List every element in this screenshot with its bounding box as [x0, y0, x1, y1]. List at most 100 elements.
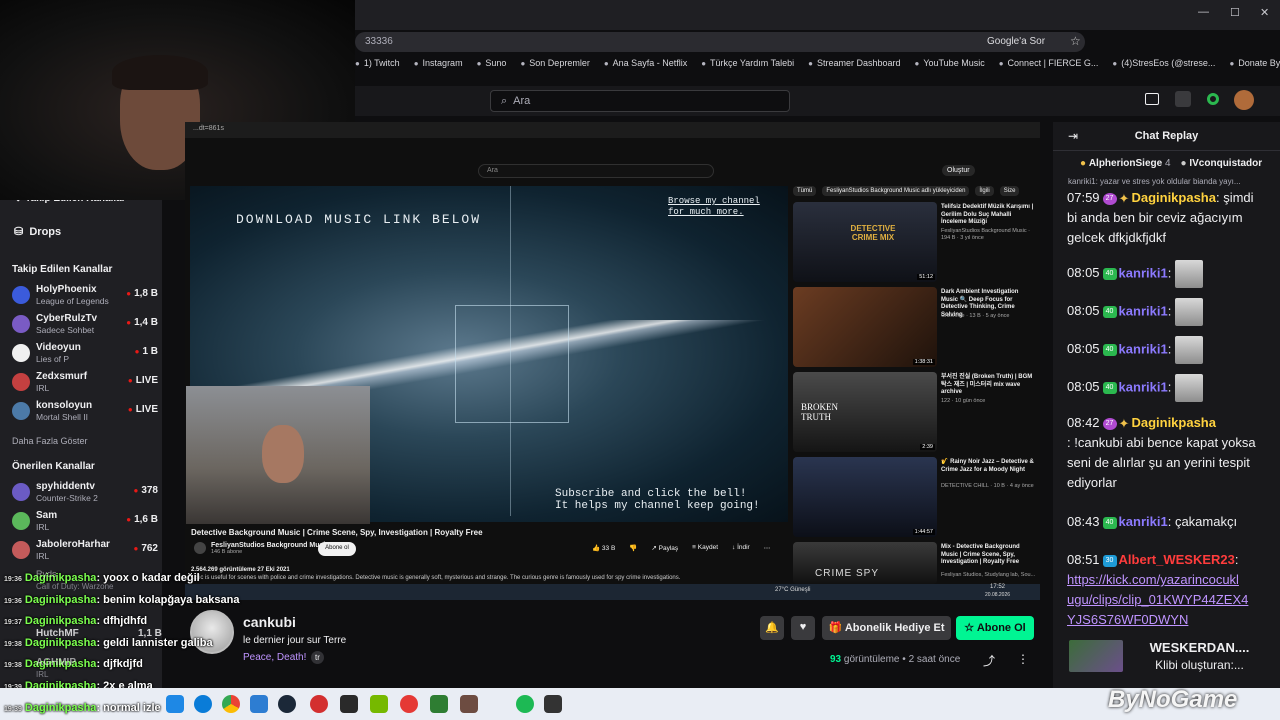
sidebar-channel[interactable]: konsoloyun Mortal Shell II LIVE [12, 400, 162, 428]
search-input[interactable]: ⌕ Ara [490, 90, 790, 112]
game-launcher-icon[interactable] [310, 695, 328, 713]
timestamp: 08:05 [1067, 341, 1100, 357]
recommended-video[interactable]: CRIME SPY Mix - Detective Background Mus… [793, 542, 1038, 584]
maximize-icon[interactable]: ☐ [1230, 6, 1240, 19]
sidebar-channel[interactable]: CyberRulzTv Sadece Sohbet 1,4 B [12, 313, 162, 341]
steam-icon[interactable] [278, 695, 296, 713]
viewer-count: 1,4 B [126, 317, 158, 328]
minimize-icon[interactable]: — [1198, 6, 1209, 18]
bookmark[interactable]: Suno [477, 58, 506, 74]
chat-username[interactable]: kanriki1 [1119, 341, 1168, 356]
sidebar-channel[interactable]: Videoyun Lies of P 1 B [12, 342, 162, 370]
recommended-video[interactable]: 1:38:31 Dark Ambient Investigation Music… [793, 287, 1038, 369]
notifications-icon[interactable] [1175, 91, 1191, 107]
google-ask-button[interactable]: Google'a Sor [987, 32, 1059, 52]
sidebar-channel[interactable]: Sam IRL 1,6 B [12, 510, 162, 538]
recommended-video[interactable]: 1:44:57 🎷 Rainy Noir Jazz – Detective & … [793, 457, 1038, 539]
stream-category[interactable]: Peace, Death! [243, 652, 306, 663]
store-icon[interactable] [250, 695, 268, 713]
chip[interactable]: FesliyanStudios Background Music adlı yü… [822, 186, 970, 196]
chip[interactable]: Size [999, 186, 1020, 196]
user-avatar[interactable] [1234, 90, 1254, 110]
overlay-chat-line: 19:37 Daginikpasha: dfhjdhfd [4, 615, 147, 627]
edge-icon[interactable] [194, 695, 212, 713]
status-icon[interactable] [1207, 93, 1219, 105]
bookmark[interactable]: Instagram [414, 58, 463, 74]
gifter[interactable]: ● AlpherionSiege 4 [1080, 158, 1171, 169]
sidebar-channel[interactable]: spyhiddentv Counter-Strike 2 378 [12, 481, 162, 509]
youtube-search-placeholder: Ara [487, 167, 498, 174]
sidebar-channel[interactable]: HolyPhoenix League of Legends 1,8 B [12, 284, 162, 312]
clip-preview-card[interactable]: WESKERDAN.... Klibi oluşturan:... [1067, 638, 1267, 678]
sidebar-channel[interactable]: Zedxsmurf IRL LIVE [12, 371, 162, 399]
gift-sub-button[interactable]: 🎁 Abonelik Hediye Et [822, 616, 951, 640]
bookmark[interactable]: YouTube Music [914, 58, 984, 74]
video-meta: 122 · 10 gün önce [941, 398, 986, 404]
streamer-name[interactable]: cankubi [243, 614, 296, 630]
bookmark[interactable]: Streamer Dashboard [808, 58, 901, 74]
chat-username[interactable]: kanriki1 [1119, 303, 1168, 318]
youtube-description-text: ...sic is useful for scenes with police … [191, 575, 681, 581]
minecraft-launcher-icon[interactable] [460, 695, 478, 713]
bookmark[interactable]: Son Depremler [520, 58, 590, 74]
chrome-icon[interactable] [222, 695, 240, 713]
notification-bell-button[interactable]: 🔔 [760, 616, 784, 640]
save-label: Kaydet [697, 544, 719, 551]
language-tag[interactable]: tr [311, 651, 324, 664]
close-icon[interactable]: ✕ [1260, 6, 1269, 19]
more-options-icon[interactable]: ⋮ [1017, 652, 1029, 666]
share-button[interactable]: ↗ Paylaş [651, 544, 678, 552]
sidebar-channel[interactable]: JaboleroHarhar IRL 762 [12, 539, 162, 567]
bookmark[interactable]: Türkçe Yardım Talebi [701, 58, 794, 74]
sidebar-item-drops[interactable]: ⛁ Drops [14, 225, 61, 238]
epic-games-icon[interactable] [340, 695, 358, 713]
prime-icon[interactable] [1145, 93, 1159, 105]
nvidia-icon[interactable] [370, 695, 388, 713]
bookmark[interactable]: (4)StresEos (@strese... [1112, 58, 1215, 74]
save-button[interactable]: ≡ Kaydet [692, 544, 718, 552]
chat-username[interactable]: Daginikpasha [1131, 190, 1216, 205]
youtube-search-input[interactable]: Ara [478, 164, 714, 178]
chip[interactable]: İlgili [975, 186, 994, 196]
show-more-link[interactable]: Daha Fazla Göster [12, 436, 88, 446]
stream-title: le dernier jour sur Terre [243, 635, 347, 646]
chat-username[interactable]: Daginikpasha [1131, 415, 1216, 430]
spotify-icon[interactable] [516, 695, 534, 713]
more-icon[interactable]: ⋯ [764, 544, 771, 552]
subscribe-button[interactable]: ☆ Abone Ol [956, 616, 1034, 640]
address-bar[interactable]: 33336 [355, 32, 1085, 52]
avatar [12, 512, 30, 530]
chip[interactable]: Tümü [793, 186, 817, 196]
dislike-icon[interactable]: 👎 [629, 544, 637, 552]
explorer-icon[interactable] [166, 695, 184, 713]
overlay-ts: 19:36 [4, 598, 22, 605]
star-icon[interactable]: ☆ [1070, 34, 1081, 48]
bookmark[interactable]: Connect | FIERCE G... [999, 58, 1099, 74]
minecraft-icon[interactable] [430, 695, 448, 713]
chat-username[interactable]: kanriki1 [1119, 514, 1168, 529]
chat-username[interactable]: kanriki1 [1119, 379, 1168, 394]
app-icon[interactable] [544, 695, 562, 713]
reply-context: kanriki1: yazar ve stres yok oldular bia… [1068, 177, 1241, 186]
chat-link[interactable]: https://kick.com/yazarincocukl ugu/clips… [1067, 572, 1248, 627]
download-button[interactable]: ↓ İndir [732, 544, 750, 552]
follow-heart-button[interactable]: ♥ [791, 616, 815, 640]
youtube-subscribe-button[interactable]: Abone ol [318, 542, 356, 556]
like-button[interactable]: 👍 33 B [592, 544, 615, 552]
youtube-description[interactable]: 2.564.269 görüntüleme 27 Eki 2021 ...sic… [191, 566, 786, 582]
viewer-count: 1 B [135, 346, 158, 357]
share-icon[interactable]: ⤴ [983, 652, 995, 669]
recommended-video[interactable]: BROKEN TRUTH 2:39 부서진 진실 (Broken Truth) … [793, 372, 1038, 454]
recommended-video[interactable]: DETECTIVE CRIME MIX 51:12 Telifsiz Dedek… [793, 202, 1038, 284]
youtube-channel-avatar[interactable] [194, 542, 206, 554]
badge: 40 [1102, 516, 1117, 529]
youtube-create-button[interactable]: Oluştur [942, 165, 975, 176]
opera-icon[interactable] [400, 695, 418, 713]
youtube-channel[interactable]: FesliyanStudios Background Music 146 B a… [211, 542, 329, 555]
gifter[interactable]: ● IVconquistador [1181, 158, 1263, 169]
bookmark[interactable]: Donate ByNoGame [1229, 58, 1280, 74]
bookmark[interactable]: Ana Sayfa - Netflix [604, 58, 688, 74]
chat-username[interactable]: kanriki1 [1119, 265, 1168, 280]
chat-username[interactable]: Albert_WESKER23 [1119, 552, 1235, 567]
bookmark[interactable]: 1) Twitch [355, 58, 400, 74]
